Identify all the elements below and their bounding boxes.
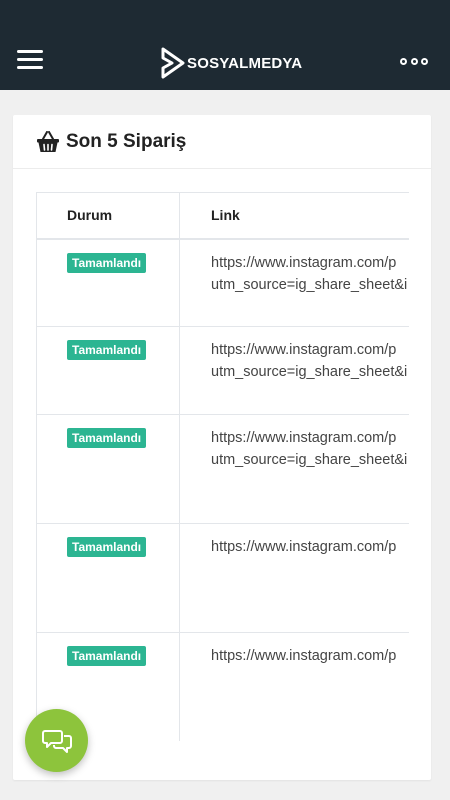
logo-text: SOSYALMEDYA xyxy=(187,54,303,72)
order-link-line[interactable]: https://www.instagram.com/p xyxy=(211,645,409,667)
table-row: Tamamlandı https://www.instagram.com/p xyxy=(36,523,409,633)
status-bar xyxy=(0,0,450,28)
order-link-line[interactable]: utm_source=ig_share_sheet&i xyxy=(211,449,409,471)
orders-table-container[interactable]: Durum Link Tamamlandı https://www.instag… xyxy=(36,192,409,741)
order-link-line[interactable]: https://www.instagram.com/p xyxy=(211,536,409,558)
status-badge[interactable]: Tamamlandı xyxy=(67,428,147,448)
order-link-line[interactable]: https://www.instagram.com/p xyxy=(211,252,409,274)
status-badge[interactable]: Tamamlandı xyxy=(67,537,147,557)
table-row: Tamamlandı https://www.instagram.com/p u… xyxy=(36,238,409,327)
basket-icon xyxy=(37,130,59,152)
recent-orders-card: Son 5 Sipariş Durum Link Tamamlandı http… xyxy=(13,115,431,780)
card-title: Son 5 Sipariş xyxy=(66,130,187,152)
order-link-line[interactable]: utm_source=ig_share_sheet&i xyxy=(211,361,409,383)
logo-mark-icon xyxy=(161,47,185,79)
chat-bubbles-icon xyxy=(41,729,72,753)
status-badge[interactable]: Tamamlandı xyxy=(67,252,147,273)
logo[interactable]: SOSYALMEDYA xyxy=(160,46,302,80)
chat-button[interactable] xyxy=(25,709,88,772)
hamburger-icon[interactable] xyxy=(17,50,43,72)
order-link-line[interactable]: utm_source=ig_share_sheet&i xyxy=(211,274,409,296)
table-row: Tamamlandı https://www.instagram.com/p u… xyxy=(36,414,409,524)
column-header-link[interactable]: Link xyxy=(179,192,409,240)
orders-table: Durum Link Tamamlandı https://www.instag… xyxy=(36,192,409,741)
column-header-durum[interactable]: Durum xyxy=(36,192,180,240)
table-row: Tamamlandı https://www.instagram.com/p u… xyxy=(36,326,409,415)
status-badge[interactable]: Tamamlandı xyxy=(67,646,147,666)
table-header-row: Durum Link xyxy=(36,192,409,240)
order-link-line[interactable]: https://www.instagram.com/p xyxy=(211,427,409,449)
card-header: Son 5 Sipariş xyxy=(13,115,431,169)
order-link-line[interactable]: https://www.instagram.com/p xyxy=(211,339,409,361)
top-app-bar: SOSYALMEDYA xyxy=(0,0,450,90)
status-badge[interactable]: Tamamlandı xyxy=(67,340,147,360)
more-dots-icon[interactable] xyxy=(400,56,428,66)
table-row: Tamamlandı https://www.instagram.com/p xyxy=(36,632,409,741)
